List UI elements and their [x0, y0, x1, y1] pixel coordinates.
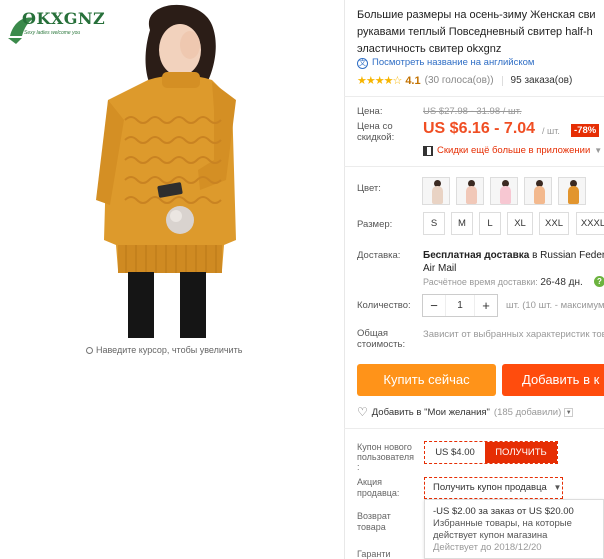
heart-icon: ♡ [357, 405, 368, 419]
product-photo[interactable] [0, 0, 344, 345]
seller-coupon-popup: -US $2.00 за заказ от US $20.00 Избранны… [424, 499, 604, 559]
orders-count: 95 заказа(ов) [510, 75, 573, 86]
swatch-sweater [568, 186, 579, 204]
qr-code-icon [423, 145, 433, 156]
delivery-time: Расчётное время доставки: 26-48 дн. [423, 277, 583, 288]
new-user-coupon: US $4.00 ПОЛУЧИТЬ [424, 441, 558, 464]
size-option[interactable]: XXL [539, 212, 569, 235]
discount-badge: -78% [571, 124, 600, 137]
caret-down-icon: ▼ [594, 146, 603, 155]
new-user-coupon-label: Купон нового пользователя : [357, 442, 414, 472]
help-icon[interactable]: ? [594, 276, 604, 287]
product-image-area[interactable]: OKXGNZ Sexy ladies welcome you Наведите … [0, 0, 344, 559]
color-swatch[interactable] [490, 177, 518, 205]
coupon-terms: -US $2.00 за заказ от US $20.00 [433, 506, 574, 517]
buy-now-button[interactable]: Купить сейчас [357, 364, 496, 396]
app-discount-text: Скидки ещё больше в приложении [437, 145, 591, 156]
rating-separator [501, 75, 503, 86]
shipping-carrier: Air Mail [423, 263, 457, 274]
return-policy-label: Возврат товара [357, 511, 391, 532]
section-divider [344, 428, 604, 429]
price-unit: / шт. [542, 126, 560, 136]
quantity-stepper: − 1 + [422, 294, 498, 317]
size-option[interactable]: M [451, 212, 473, 235]
wishlist-label: Добавить в "Мои желания" [371, 406, 490, 418]
translate-icon: 文 [357, 58, 368, 69]
price-label: Цена: [357, 106, 383, 117]
coupon-scope: Избранные товары, на которые действует к… [433, 518, 572, 541]
rating-score: 4.1 [405, 74, 421, 87]
size-option[interactable]: XXXL [576, 212, 604, 235]
original-price: US $27.98 - 31.98 / шт. [423, 106, 522, 117]
product-title-line: Большие размеры на осень-зиму Женская св… [357, 9, 596, 21]
discount-price: US $6.16 - 7.04 [423, 120, 536, 137]
brand-logo-text: OKXGNZ [22, 9, 106, 28]
brand-logo-tagline: Sexy ladies welcome you [24, 30, 81, 36]
quantity-note: шт. (10 шт. - максимум [506, 300, 604, 311]
size-label: Размер: [357, 219, 393, 230]
section-divider [344, 96, 604, 97]
magnifier-icon [86, 347, 93, 354]
delivery-time-value: 26-48 дн. [540, 277, 583, 288]
coupon-amount: US $4.00 [435, 447, 475, 458]
caret-down-icon: ▼ [553, 483, 562, 492]
swatch-sweater [466, 186, 477, 204]
zoom-hint-text: Наведите курсор, чтобы увеличить [96, 345, 243, 355]
free-shipping-text: Бесплатная доставка [423, 250, 530, 261]
seller-coupon-dropdown[interactable]: Получить купон продавца ▼ [424, 477, 563, 499]
star-rating-icon: ★★★★☆ [357, 75, 402, 87]
coupon-expiry: Действует до 2018/12/20 [433, 542, 542, 553]
quantity-increase-button[interactable]: + [475, 295, 497, 316]
zoom-hint: Наведите курсор, чтобы увеличить [86, 345, 242, 355]
rating-row: ★★★★☆ 4.1 (30 голоса(ов)) 95 заказа(ов) [357, 74, 573, 88]
add-to-wishlist-link[interactable]: ♡ Добавить в "Мои желания" (185 добавили… [357, 405, 574, 419]
section-divider [344, 166, 604, 167]
translate-title-link[interactable]: 文 Посмотреть название на английском [357, 57, 534, 69]
shipping-method[interactable]: Бесплатная доставка в Russian Federat Ai… [423, 249, 604, 275]
seller-promo-label: Акция продавца: [357, 477, 400, 498]
swatch-sweater [500, 186, 511, 204]
discount-price-label: Цена со скидкой: [357, 121, 395, 143]
guarantee-label: Гаранти [357, 549, 391, 559]
total-value: Зависит от выбранных характеристик тов [423, 329, 604, 340]
color-swatch[interactable] [456, 177, 484, 205]
swatch-sweater [432, 186, 443, 204]
color-swatch[interactable] [558, 177, 586, 205]
shipping-label: Доставка: [357, 250, 401, 261]
total-label: Общая стоимость: [357, 328, 406, 350]
size-option[interactable]: XL [507, 212, 533, 235]
delivery-time-label: Расчётное время доставки: [423, 277, 538, 287]
shipping-destination: в Russian Federat [532, 250, 604, 261]
app-discount-link[interactable]: Скидки ещё больше в приложении ▼ [423, 145, 602, 156]
product-title: Большие размеры на осень-зиму Женская св… [357, 7, 604, 58]
rating-votes-link[interactable]: (30 голоса(ов)) [425, 75, 494, 86]
quantity-decrease-button[interactable]: − [423, 295, 445, 316]
add-to-cart-button[interactable]: Добавить в к [502, 364, 604, 396]
chevron-down-icon[interactable]: ▼ [564, 407, 574, 417]
translate-link-text: Посмотреть название на английском [372, 57, 535, 68]
quantity-input[interactable]: 1 [445, 295, 475, 316]
color-swatch[interactable] [422, 177, 450, 205]
color-swatch[interactable] [524, 177, 552, 205]
column-divider [344, 0, 345, 559]
size-option[interactable]: L [479, 212, 501, 235]
size-option[interactable]: S [423, 212, 445, 235]
product-title-line: рукавами теплый Повседневный свитер half… [357, 26, 593, 38]
get-coupon-button[interactable]: ПОЛУЧИТЬ [485, 442, 557, 463]
swatch-sweater [534, 186, 545, 204]
wishlist-count: (185 добавили) [493, 406, 562, 418]
seller-coupon-dropdown-text: Получить купон продавца [433, 482, 547, 493]
product-title-line: эластичность свитер okxgnz [357, 43, 502, 55]
color-label: Цвет: [357, 183, 381, 194]
quantity-label: Количество: [357, 300, 411, 311]
